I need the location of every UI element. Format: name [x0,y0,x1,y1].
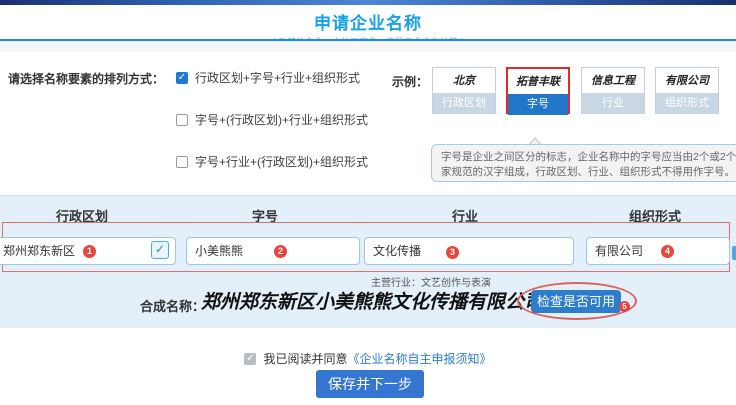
page-header: 申请企业名称 [ 及其他企业、个体工商户、农民专业合作社等 ] [0,5,736,39]
tradename-input[interactable]: 小美熊熊 [186,237,360,265]
arrangement-option-label: 行政区划+字号+行业+组织形式 [195,69,360,86]
orgform-input[interactable]: 有限公司 [586,237,730,265]
example-box-tradename[interactable]: 拓普丰联 字号 [506,67,570,114]
tooltip-line: 字号是企业之间区分的标志，企业名称中的字号应当由2个或2个以上符合国 [441,150,736,165]
arrangement-label: 请选择名称要素的排列方式： [8,70,164,87]
empty-checkbox-icon[interactable] [176,156,188,168]
example-value: 信息工程 [582,68,644,93]
verify-checkbox-icon[interactable]: ✓ [151,241,169,259]
declaration-notice-link[interactable]: 《企业名称自主申报须知》 [348,350,492,367]
tradename-tooltip: 字号是企业之间区分的标志，企业名称中的字号应当由2个或2个以上符合国 家规范的汉… [431,144,736,182]
example-value: 北京 [433,68,495,93]
checked-checkbox-icon[interactable]: ✓ [176,72,188,84]
example-box-industry[interactable]: 信息工程 行业 [581,67,645,114]
example-tag: 组织形式 [656,93,718,114]
example-value: 有限公司 [656,68,718,93]
arrangement-option-3[interactable]: 字号+行业+(行政区划)+组织形式 [176,153,368,170]
annotation-badge-3: 3 [446,246,459,259]
arrangement-option-label: 字号+(行政区划)+行业+组织形式 [195,111,368,128]
example-tag: 字号 [508,94,568,115]
check-availability-button[interactable]: 检查是否可用 [531,290,621,313]
page: 申请企业名称 [ 及其他企业、个体工商户、农民专业合作社等 ] 请选择名称要素的… [0,0,736,405]
example-tag: 行政区划 [433,93,495,114]
arrangement-option-label: 字号+行业+(行政区划)+组织形式 [195,153,368,170]
page-title: 申请企业名称 [0,9,736,34]
agree-checkbox-icon[interactable]: ✓ [244,353,256,365]
example-tag: 行业 [582,93,644,114]
header-band [0,41,736,52]
example-value: 拓普丰联 [508,69,568,94]
clipped-button-fragment[interactable] [732,246,736,260]
annotation-badge-4: 4 [661,245,674,258]
arrangement-option-2[interactable]: 字号+(行政区划)+行业+组织形式 [176,111,368,128]
example-box-region[interactable]: 北京 行政区划 [432,67,496,114]
annotation-badge-2: 2 [274,245,287,258]
example-label: 示例： [392,73,428,90]
annotation-badge-1: 1 [83,245,96,258]
agreement-row: ✓ 我已阅读并同意 《企业名称自主申报须知》 [0,350,736,367]
composed-name-value: 郑州郑东新区小美熊熊文化传播有限公司 [201,287,526,314]
composed-name-label: 合成名称： [140,296,205,315]
save-next-button[interactable]: 保存并下一步 [316,370,424,398]
industry-input[interactable]: 文化传播 [364,237,574,265]
annotation-badge-5: 5 [619,301,630,312]
agreement-text: 我已阅读并同意 [263,350,347,367]
example-box-orgform[interactable]: 有限公司 组织形式 [655,67,719,114]
arrangement-option-1[interactable]: ✓ 行政区划+字号+行业+组织形式 [176,69,360,86]
empty-checkbox-icon[interactable] [176,114,188,126]
tooltip-line: 家规范的汉字组成，行政区划、行业、组织形式不得用作字号。 [441,165,736,180]
